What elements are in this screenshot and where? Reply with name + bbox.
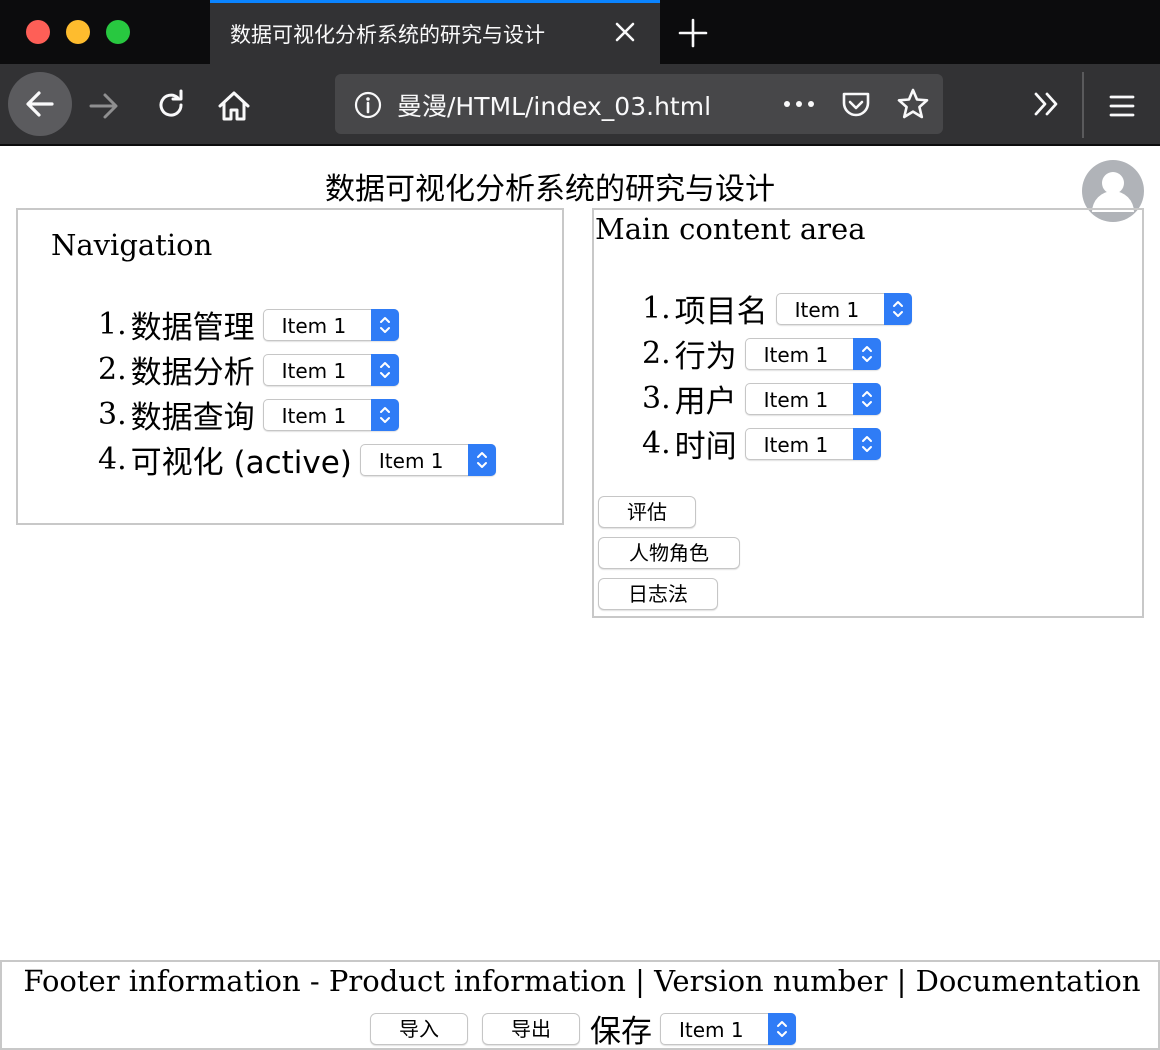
list-number: 1. [98, 307, 127, 342]
navigation-list: 1. 数据管理 Item 1 2. 数据分析 Item 1 3. 数据查询 It… [98, 302, 496, 482]
select-value: Item 1 [763, 387, 829, 412]
select-value: Item 1 [378, 448, 444, 473]
navigation-panel: Navigation 1. 数据管理 Item 1 2. 数据分析 Item 1 [16, 208, 564, 525]
arrow-left-icon [26, 91, 54, 117]
close-tab-icon[interactable] [610, 17, 640, 47]
select-arrows-icon [768, 1012, 796, 1045]
persona-button[interactable]: 人物角色 [598, 537, 740, 569]
main-item-project-name: 1. 项目名 Item 1 [642, 286, 912, 331]
back-button[interactable] [8, 72, 72, 136]
select-value: Item 1 [281, 403, 347, 428]
select-arrows-icon [370, 398, 399, 431]
footer: Footer information - Product information… [0, 960, 1160, 1050]
forward-button[interactable] [82, 84, 126, 128]
window-minimize-icon[interactable] [66, 20, 90, 44]
main-item-time: 4. 时间 Item 1 [642, 421, 912, 466]
log-method-button[interactable]: 日志法 [598, 578, 718, 610]
app-menu-button[interactable] [1100, 84, 1144, 128]
select-arrows-icon [852, 382, 881, 415]
nav-item-label: 可视化 (active) [130, 445, 352, 481]
nav-item-data-query: 3. 数据查询 Item 1 [98, 392, 496, 437]
double-chevron-right-icon [1034, 92, 1058, 116]
browser-toolbar: 曼漫/HTML/index_03.html [0, 64, 1160, 146]
list-number: 3. [642, 381, 671, 416]
main-item-user: 3. 用户 Item 1 [642, 376, 912, 421]
more-actions-icon[interactable] [781, 88, 817, 120]
nav-select-visualization[interactable]: Item 1 [359, 443, 496, 476]
new-tab-icon[interactable] [676, 16, 710, 50]
list-number: 3. [98, 397, 127, 432]
main-select-project-name[interactable]: Item 1 [775, 292, 912, 325]
hamburger-menu-icon [1109, 95, 1135, 117]
main-item-label: 行为 [674, 339, 737, 375]
select-arrows-icon [467, 443, 496, 476]
select-arrows-icon [883, 292, 912, 325]
main-item-label: 用户 [674, 384, 737, 420]
reload-button[interactable] [148, 82, 194, 128]
nav-item-label: 数据查询 [130, 400, 255, 436]
footer-actions: 导入 导出 保存 Item 1 [370, 1006, 796, 1050]
footer-select[interactable]: Item 1 [660, 1012, 796, 1045]
main-select-user[interactable]: Item 1 [744, 382, 881, 415]
list-number: 4. [98, 442, 127, 477]
main-item-label: 项目名 [674, 294, 768, 330]
main-content-panel: Main content area 1. 项目名 Item 1 2. 行为 It… [592, 208, 1144, 618]
select-value: Item 1 [281, 358, 347, 383]
select-arrows-icon [370, 353, 399, 386]
nav-select-data-query[interactable]: Item 1 [262, 398, 399, 431]
pocket-icon[interactable] [839, 88, 873, 122]
nav-item-data-management: 1. 数据管理 Item 1 [98, 302, 496, 347]
select-value: Item 1 [763, 342, 829, 367]
select-value: Item 1 [281, 313, 347, 338]
page-title: 数据可视化分析系统的研究与设计 [325, 172, 775, 207]
url-text[interactable]: 曼漫/HTML/index_03.html [397, 87, 711, 123]
browser-tab-bar: 数据可视化分析系统的研究与设计 [0, 0, 1160, 64]
footer-text: Footer information - Product information… [23, 964, 1141, 998]
main-select-time[interactable]: Item 1 [744, 427, 881, 460]
main-item-label: 时间 [674, 429, 737, 465]
tab-title: 数据可视化分析系统的研究与设计 [230, 23, 545, 47]
window-zoom-icon[interactable] [106, 20, 130, 44]
select-arrows-icon [370, 308, 399, 341]
toolbar-separator [1082, 72, 1084, 138]
list-number: 2. [98, 352, 127, 387]
nav-item-label: 数据分析 [130, 355, 255, 391]
home-icon [218, 91, 250, 121]
bookmark-star-icon[interactable] [895, 86, 931, 122]
nav-item-data-analysis: 2. 数据分析 Item 1 [98, 347, 496, 392]
info-icon[interactable] [353, 90, 383, 120]
list-number: 2. [642, 336, 671, 371]
main-select-behavior[interactable]: Item 1 [744, 337, 881, 370]
save-label: 保存 [590, 1014, 652, 1050]
home-button[interactable] [210, 82, 258, 130]
window-close-icon[interactable] [26, 20, 50, 44]
select-value: Item 1 [794, 297, 860, 322]
main-content-heading: Main content area [595, 212, 866, 246]
select-value: Item 1 [763, 432, 829, 457]
evaluate-button[interactable]: 评估 [598, 496, 696, 528]
list-number: 1. [642, 291, 671, 326]
nav-item-label: 数据管理 [130, 310, 255, 346]
browser-tab[interactable]: 数据可视化分析系统的研究与设计 [210, 0, 660, 64]
main-content-list: 1. 项目名 Item 1 2. 行为 Item 1 3. 用户 Item 1 … [642, 286, 912, 466]
overflow-menu-button[interactable] [1024, 82, 1068, 126]
url-bar[interactable]: 曼漫/HTML/index_03.html [335, 74, 943, 134]
nav-select-data-analysis[interactable]: Item 1 [262, 353, 399, 386]
navigation-heading: Navigation [51, 228, 213, 262]
export-button[interactable]: 导出 [482, 1012, 580, 1045]
select-value: Item 1 [679, 1017, 744, 1042]
select-arrows-icon [852, 427, 881, 460]
reload-icon [159, 89, 183, 117]
import-button[interactable]: 导入 [370, 1012, 468, 1045]
select-arrows-icon [852, 337, 881, 370]
arrow-right-icon [89, 93, 118, 119]
nav-select-data-management[interactable]: Item 1 [262, 308, 399, 341]
list-number: 4. [642, 426, 671, 461]
main-item-behavior: 2. 行为 Item 1 [642, 331, 912, 376]
nav-item-visualization: 4. 可视化 (active) Item 1 [98, 437, 496, 482]
